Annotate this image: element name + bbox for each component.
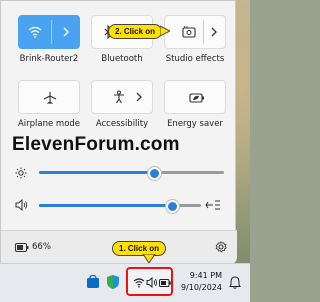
accessibility-icon [114, 90, 124, 104]
speaker-icon[interactable] [15, 199, 28, 211]
notification-bell-icon[interactable] [229, 276, 241, 289]
callout-step-2-text: 2. Click on [115, 27, 156, 36]
brightness-fill [39, 171, 154, 174]
airplane-icon [43, 92, 57, 104]
clock-date[interactable]: 9/10/2024 [181, 283, 222, 292]
accessibility-tile-label: Accessibility [95, 119, 149, 129]
volume-fill [39, 204, 172, 207]
taskbar: 9:41 PM 9/10/2024 [0, 263, 250, 302]
network-volume-battery-button[interactable] [126, 267, 173, 296]
studio-effects-tile[interactable] [164, 15, 226, 49]
security-shield-icon[interactable] [106, 274, 120, 290]
battery-icon [15, 243, 29, 252]
airplane-mode-tile-label: Airplane mode [17, 119, 81, 129]
settings-gear-icon[interactable] [215, 241, 227, 253]
volume-slider-thumb[interactable] [165, 200, 179, 213]
watermark: ElevenForum.com [12, 134, 180, 155]
callout-step-1: 1. Click on [112, 241, 167, 256]
wifi-tile[interactable] [18, 15, 80, 49]
studio-effects-icon [182, 26, 196, 38]
tile-divider [51, 20, 52, 44]
chevron-right-icon[interactable] [134, 92, 144, 102]
accessibility-tile[interactable] [91, 80, 153, 114]
wifi-icon [133, 278, 145, 288]
energy-saver-tile[interactable] [164, 80, 226, 114]
chevron-right-icon[interactable] [61, 27, 71, 37]
store-icon[interactable] [86, 275, 100, 289]
bluetooth-tile-label: Bluetooth [101, 54, 143, 64]
quick-settings-panel: Brink-Router2 Bluetooth Studio effects A… [0, 0, 237, 265]
wifi-icon [28, 26, 42, 38]
wifi-tile-label: Brink-Router2 [19, 54, 79, 64]
volume-icon [146, 277, 157, 288]
battery-icon [159, 279, 171, 287]
brightness-slider-thumb[interactable] [147, 167, 161, 180]
callout-step-1-text: 1. Click on [119, 244, 160, 253]
callout-step-2: 2. Click on [108, 24, 163, 39]
energy-saver-icon [189, 93, 204, 103]
callout-step-2-pointer [160, 25, 170, 37]
studio-effects-tile-label: Studio effects [165, 54, 225, 64]
energy-saver-tile-label: Energy saver [167, 119, 223, 129]
chevron-right-icon[interactable] [209, 27, 219, 37]
tile-divider [203, 20, 204, 44]
battery-percentage[interactable]: 66% [32, 242, 51, 252]
airplane-mode-tile[interactable] [18, 80, 80, 114]
brightness-icon [15, 167, 27, 179]
clock-time[interactable]: 9:41 PM [190, 271, 222, 280]
audio-output-icon[interactable] [205, 199, 221, 211]
